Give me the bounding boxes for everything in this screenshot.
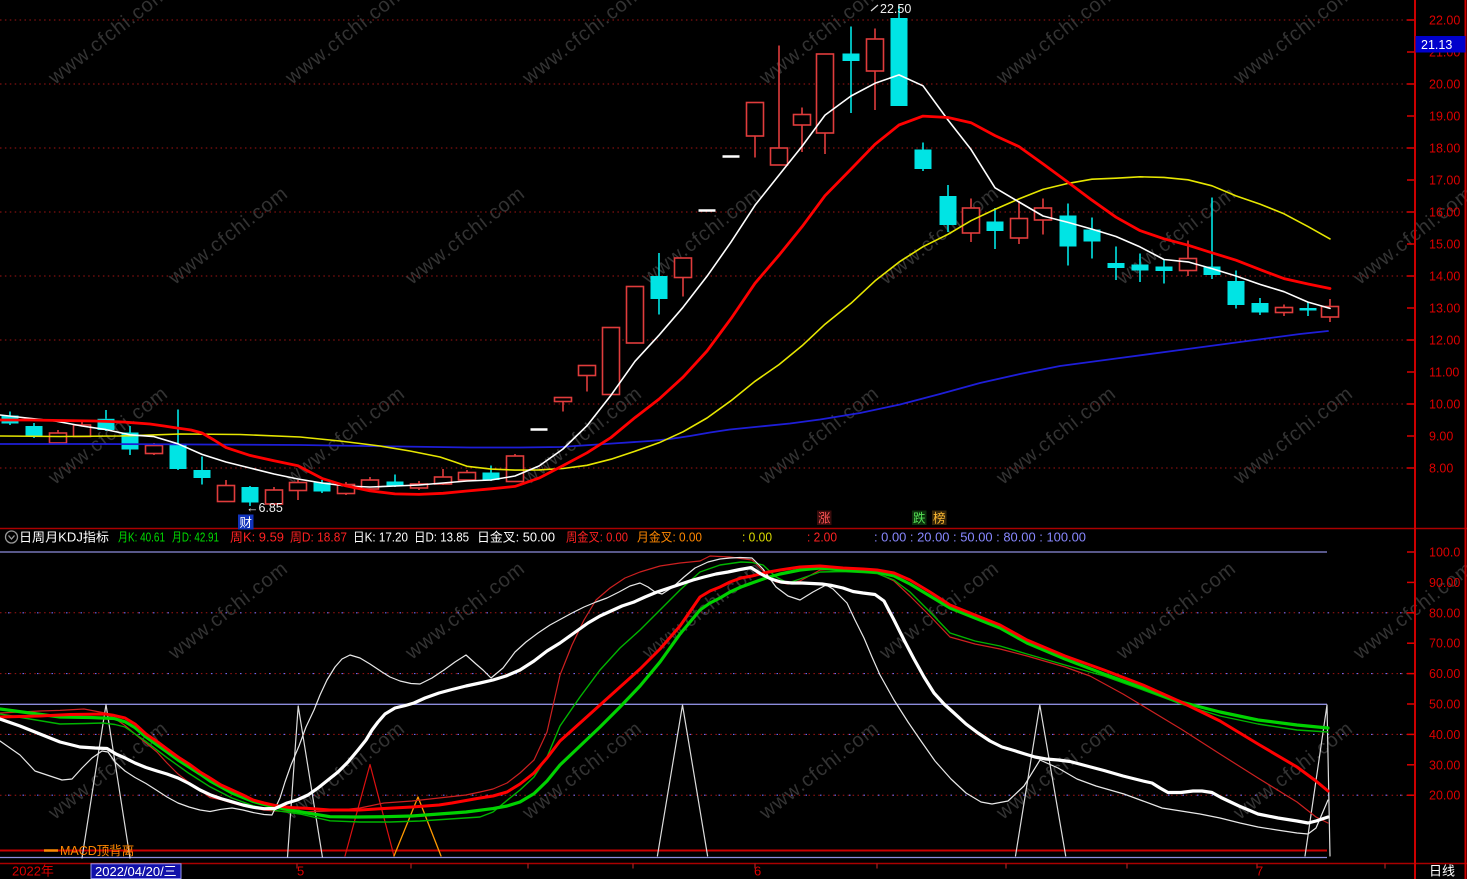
svg-text:17.00: 17.00 — [1429, 174, 1460, 188]
svg-text:9.00: 9.00 — [1429, 430, 1453, 444]
svg-text:2022/04/20/三: 2022/04/20/三 — [95, 864, 177, 879]
svg-text:日周月KDJ指标: 日周月KDJ指标 — [19, 530, 109, 545]
svg-text:: 2.00: : 2.00 — [807, 531, 837, 545]
svg-text:: 0.00 : 20.00 : 50.00 : 80.00: : 0.00 : 20.00 : 50.00 : 80.00 : 100.00 — [874, 531, 1086, 545]
svg-text:月D: 42.91: 月D: 42.91 — [172, 531, 219, 545]
svg-text:19.00: 19.00 — [1429, 110, 1460, 124]
svg-text:: 0.00: : 0.00 — [742, 531, 772, 545]
svg-text:周D: 18.87: 周D: 18.87 — [290, 531, 347, 545]
svg-text:22.00: 22.00 — [1429, 14, 1460, 28]
svg-text:周K: 9.59: 周K: 9.59 — [230, 531, 284, 545]
svg-text:8.00: 8.00 — [1429, 462, 1453, 476]
svg-text:6: 6 — [754, 864, 761, 879]
svg-text:30.00: 30.00 — [1429, 758, 1460, 772]
svg-text:40.00: 40.00 — [1429, 728, 1460, 742]
svg-text:月金叉: 0.00: 月金叉: 0.00 — [637, 530, 702, 545]
svg-text:7: 7 — [1256, 864, 1263, 879]
svg-text:日D: 13.85: 日D: 13.85 — [414, 531, 469, 545]
svg-text:2022年: 2022年 — [12, 864, 54, 879]
svg-text:月K: 40.61: 月K: 40.61 — [118, 531, 165, 545]
svg-text:榜: 榜 — [933, 511, 946, 526]
svg-text:15.00: 15.00 — [1429, 238, 1460, 252]
svg-text:20.00: 20.00 — [1429, 78, 1460, 92]
svg-text:90.00: 90.00 — [1429, 576, 1460, 590]
svg-text:财: 财 — [240, 516, 253, 530]
svg-text:跌: 跌 — [913, 511, 926, 526]
svg-text:80.00: 80.00 — [1429, 606, 1460, 620]
svg-text:日金叉: 50.00: 日金叉: 50.00 — [477, 530, 555, 545]
svg-text:70.00: 70.00 — [1429, 637, 1460, 651]
svg-text:←6.85: ←6.85 — [246, 501, 283, 515]
svg-text:100.0: 100.0 — [1429, 546, 1460, 560]
svg-text:50.00: 50.00 — [1429, 698, 1460, 712]
svg-text:22.50: 22.50 — [880, 2, 911, 16]
svg-text:12.00: 12.00 — [1429, 334, 1460, 348]
svg-text:周金叉: 0.00: 周金叉: 0.00 — [566, 530, 628, 545]
svg-text:5: 5 — [297, 864, 304, 879]
svg-text:16.00: 16.00 — [1429, 206, 1460, 220]
svg-text:日K: 17.20: 日K: 17.20 — [353, 531, 408, 545]
svg-text:MACD顶背离: MACD顶背离 — [60, 843, 134, 858]
svg-text:60.00: 60.00 — [1429, 667, 1460, 681]
svg-text:21.13: 21.13 — [1421, 38, 1452, 52]
svg-text:涨: 涨 — [818, 511, 831, 526]
svg-text:20.00: 20.00 — [1429, 789, 1460, 803]
svg-text:14.00: 14.00 — [1429, 270, 1460, 284]
svg-text:11.00: 11.00 — [1429, 366, 1459, 380]
svg-text:18.00: 18.00 — [1429, 142, 1460, 156]
svg-text:13.00: 13.00 — [1429, 302, 1460, 316]
svg-text:10.00: 10.00 — [1429, 398, 1460, 412]
svg-text:日线: 日线 — [1429, 864, 1455, 879]
